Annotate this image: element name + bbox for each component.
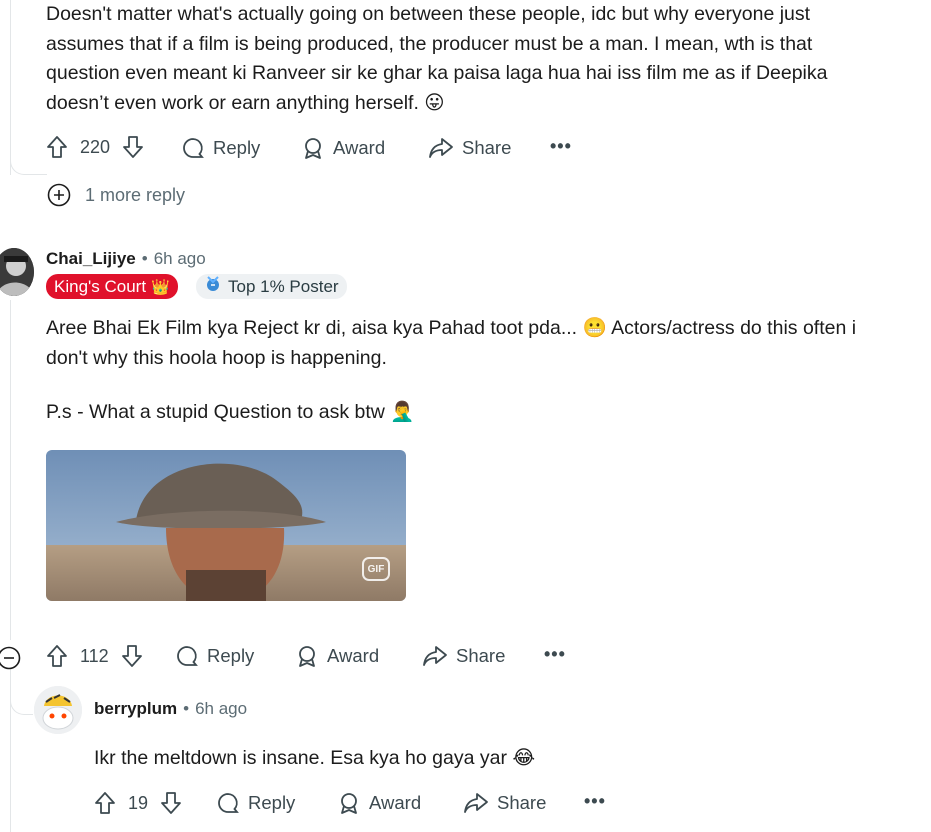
reply-button[interactable]: Reply <box>181 136 260 160</box>
award-label: Award <box>333 137 386 158</box>
award-icon <box>295 644 319 668</box>
badge-label: Top 1% Poster <box>228 276 339 296</box>
reply-label: Reply <box>213 137 261 158</box>
more-replies-label: 1 more reply <box>85 184 186 205</box>
share-label: Share <box>456 645 506 666</box>
comment-paragraph: P.s - What a stupid Question to ask btw … <box>46 401 415 423</box>
username[interactable]: Chai_Lijiye <box>46 249 136 269</box>
upvote-icon[interactable] <box>46 135 68 159</box>
award-icon <box>301 136 325 160</box>
vote-count: 220 <box>80 136 111 157</box>
award-button[interactable]: Award <box>337 791 421 815</box>
award-label: Award <box>327 645 380 666</box>
comment-line: Aree Bhai Ek Film kya Reject kr di, aisa… <box>46 317 857 339</box>
reply-label: Reply <box>207 645 255 666</box>
more-options-icon[interactable]: ••• <box>584 791 606 812</box>
vote-bar: 112 <box>46 644 143 668</box>
collapse-icon[interactable] <box>0 646 21 675</box>
thread-line-reply <box>10 668 11 832</box>
share-label: Share <box>462 137 512 158</box>
timestamp[interactable]: 6h ago <box>154 249 206 269</box>
award-button[interactable]: Award <box>295 644 379 668</box>
avatar[interactable] <box>0 248 34 296</box>
gif-image[interactable]: GIF <box>46 450 406 601</box>
share-button[interactable]: Share <box>463 791 546 815</box>
share-icon <box>463 791 489 815</box>
comment-line: don't why this hoola hoop is happening. <box>46 346 387 369</box>
downvote-icon[interactable] <box>121 644 143 668</box>
comment-icon <box>175 644 199 668</box>
vote-bar: 220 <box>46 135 144 159</box>
upvote-icon[interactable] <box>46 644 68 668</box>
upvote-icon[interactable] <box>94 791 116 815</box>
share-icon <box>428 136 454 160</box>
gif-badge: GIF <box>362 557 390 581</box>
thread-curve <box>10 160 47 175</box>
more-options-icon[interactable]: ••• <box>550 136 572 157</box>
flair-label: King's Court <box>54 276 147 296</box>
user-flair: King's Court 👑 <box>46 274 178 299</box>
username[interactable]: berryplum <box>94 699 177 719</box>
comment-line: doesn’t even work or earn anything herse… <box>46 91 445 114</box>
share-button[interactable]: Share <box>422 644 505 668</box>
comment-meta: Chai_Lijiye • 6h ago <box>46 249 206 269</box>
more-replies-button[interactable]: 1 more reply <box>47 183 185 207</box>
reply-label: Reply <box>248 792 296 813</box>
thread-line-top <box>10 0 11 175</box>
timestamp[interactable]: 6h ago <box>195 699 247 719</box>
comment-line: Doesn't matter what's actually going on … <box>46 3 811 25</box>
thread-curve-reply <box>10 700 33 715</box>
separator: • <box>183 699 190 718</box>
status-badge: Top 1% Poster <box>196 274 347 299</box>
thread-line-main <box>10 300 11 640</box>
reply-button[interactable]: Reply <box>216 791 295 815</box>
more-options-icon[interactable]: ••• <box>544 644 566 665</box>
vote-bar: 19 <box>94 791 182 815</box>
crown-icon: 👑 <box>151 278 170 296</box>
comment-line: question even meant ki Ranveer sir ke gh… <box>46 62 828 84</box>
share-button[interactable]: Share <box>428 136 511 160</box>
vote-count: 112 <box>80 645 109 666</box>
share-label: Share <box>497 792 547 813</box>
vote-count: 19 <box>128 792 149 813</box>
comment-body: Aree Bhai Ek Film kya Reject kr di, aisa… <box>46 314 916 373</box>
achievement-icon <box>204 275 222 298</box>
plus-circle-icon <box>47 183 71 207</box>
comment-meta: berryplum • 6h ago <box>94 699 247 719</box>
separator: • <box>141 249 148 268</box>
comment-line: assumes that if a film is being produced… <box>46 32 813 55</box>
comment-body: Doesn't matter what's actually going on … <box>46 0 916 118</box>
downvote-icon[interactable] <box>122 135 144 159</box>
award-icon <box>337 791 361 815</box>
award-label: Award <box>369 792 422 813</box>
share-icon <box>422 644 448 668</box>
comment-icon <box>216 791 240 815</box>
gif-label: GIF <box>367 563 385 575</box>
downvote-icon[interactable] <box>160 791 182 815</box>
comment-icon <box>181 136 205 160</box>
comment-body: Ikr the meltdown is insane. Esa kya ho g… <box>94 747 536 769</box>
reply-button[interactable]: Reply <box>175 644 254 668</box>
avatar[interactable] <box>34 686 82 734</box>
award-button[interactable]: Award <box>301 136 385 160</box>
